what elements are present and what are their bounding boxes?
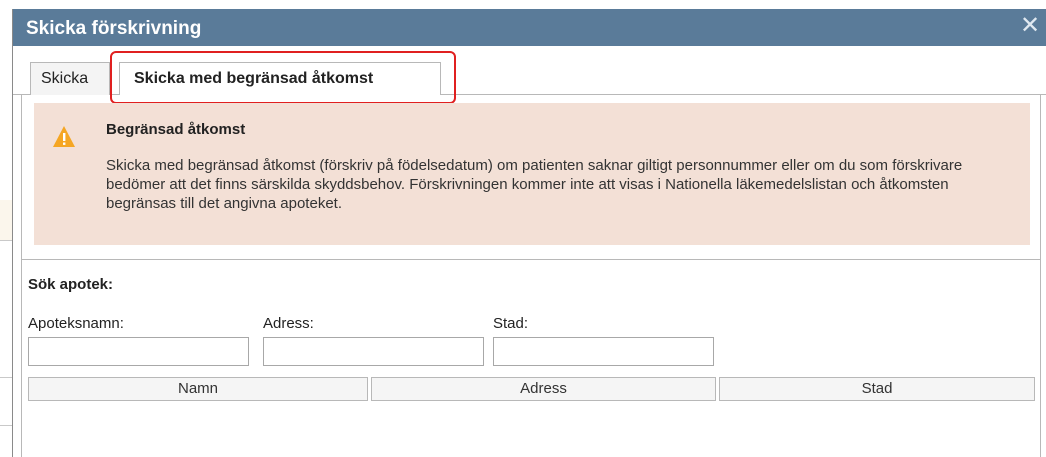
pharmacy-search: Sök apotek: Apoteksnamn: Adress: Stad: N… [22,259,1040,457]
tab-restricted-access[interactable]: Skicka med begränsad åtkomst [119,62,441,95]
tab-skicka[interactable]: Skicka [30,62,110,95]
warning-title: Begränsad åtkomst [106,121,246,138]
close-icon[interactable]: ✕ [1017,13,1043,39]
address-input[interactable] [263,337,484,366]
search-title: Sök apotek: [28,276,114,293]
address-label: Adress: [263,315,314,332]
city-input[interactable] [493,337,714,366]
results-table-body [22,401,1040,457]
city-label: Stad: [493,315,529,332]
background-divider [0,377,12,378]
warning-text: Skicka med begränsad åtkomst (förskriv p… [106,157,963,212]
warning-triangle-icon [53,126,75,147]
background-panel [0,200,12,240]
column-header-name[interactable]: Namn [28,377,368,401]
tab-content: Begränsad åtkomst Skicka med begränsad å… [21,95,1041,457]
send-prescription-dialog: Skicka förskrivning ✕ Skicka Skicka med … [12,9,1046,457]
tab-bar: Skicka Skicka med begränsad åtkomst [13,46,1046,104]
background-divider [0,240,12,241]
pharmacy-name-input[interactable] [28,337,249,366]
restricted-access-warning: Begränsad åtkomst Skicka med begränsad å… [34,103,1030,245]
dialog-titlebar: Skicka förskrivning ✕ [13,9,1046,46]
pharmacy-name-label: Apoteksnamn: [28,315,124,332]
background-divider [0,425,12,426]
dialog-title: Skicka förskrivning [26,18,202,39]
background-window [0,0,12,457]
column-header-address[interactable]: Adress [371,377,716,401]
column-header-city[interactable]: Stad [719,377,1035,401]
